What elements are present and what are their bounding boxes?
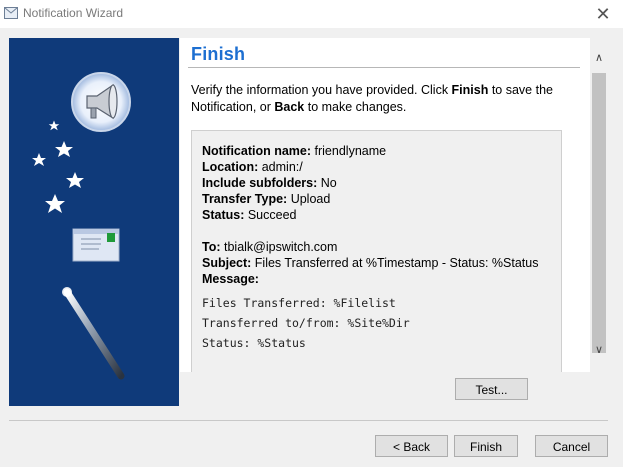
summary-box: Notification name: friendlyname Location… [191,130,562,372]
field-value: tbialk@ipswitch.com [220,240,338,254]
title-divider [188,67,580,68]
envelope-icon [72,228,120,262]
message-line: Transferred to/from: %Site%Dir [202,316,410,330]
summary-transfer-type: Transfer Type: Upload [202,191,547,207]
field-value: friendlyname [311,144,387,158]
field-label: Location: [202,160,259,174]
chevron-down-icon[interactable]: ∨ [590,342,608,358]
cancel-button[interactable]: Cancel [535,435,608,457]
finish-button[interactable]: Finish [454,435,518,457]
summary-subject: Subject: Files Transferred at %Timestamp… [202,255,547,271]
summary-to: To: tbialk@ipswitch.com [202,239,547,255]
vertical-scrollbar[interactable]: ∧ ∨ [590,38,608,372]
star-icon [32,120,84,213]
close-button[interactable]: ✕ [591,4,615,24]
test-button[interactable]: Test... [455,378,528,400]
chevron-up-icon[interactable]: ∧ [590,50,608,66]
content-pane: Finish Verify the information you have p… [180,38,590,372]
wizard-side-banner [9,38,179,406]
page-title: Finish [191,44,246,64]
field-value: No [317,176,337,190]
intro-finish-word: Finish [451,83,489,97]
scroll-thumb[interactable] [592,73,606,353]
field-value: admin:/ [258,160,303,174]
field-value: Files Transferred at %Timestamp - Status… [251,256,539,270]
intro-back-word: Back [274,100,305,114]
intro-part: Verify the information you have provided… [191,83,452,97]
magic-wand-icon [62,287,125,380]
field-label: To: [202,240,221,254]
field-label: Include subfolders: [202,176,318,190]
summary-subfolders: Include subfolders: No [202,175,547,191]
window-icon [4,7,18,19]
field-label: Notification name: [202,144,312,158]
message-line: Files Transferred: %Filelist [202,296,396,310]
field-value: Succeed [244,208,297,222]
summary-location: Location: admin:/ [202,159,547,175]
summary-message: Message: [202,271,547,287]
back-button[interactable]: < Back [375,435,448,457]
field-label: Status: [202,208,245,222]
summary-name: Notification name: friendlyname [202,143,547,159]
intro-text: Verify the information you have provided… [191,82,576,116]
megaphone-icon [71,72,131,132]
intro-part: to make changes. [304,100,407,114]
field-label: Subject: [202,256,252,270]
message-line: Status: %Status [202,336,306,350]
window-title: Notification Wizard [23,6,124,20]
footer-divider [9,420,608,421]
field-label: Transfer Type: [202,192,288,206]
title-bar: Notification Wizard ✕ [0,0,623,28]
field-value: Upload [287,192,331,206]
summary-status: Status: Succeed [202,207,547,223]
field-label: Message: [202,272,259,286]
